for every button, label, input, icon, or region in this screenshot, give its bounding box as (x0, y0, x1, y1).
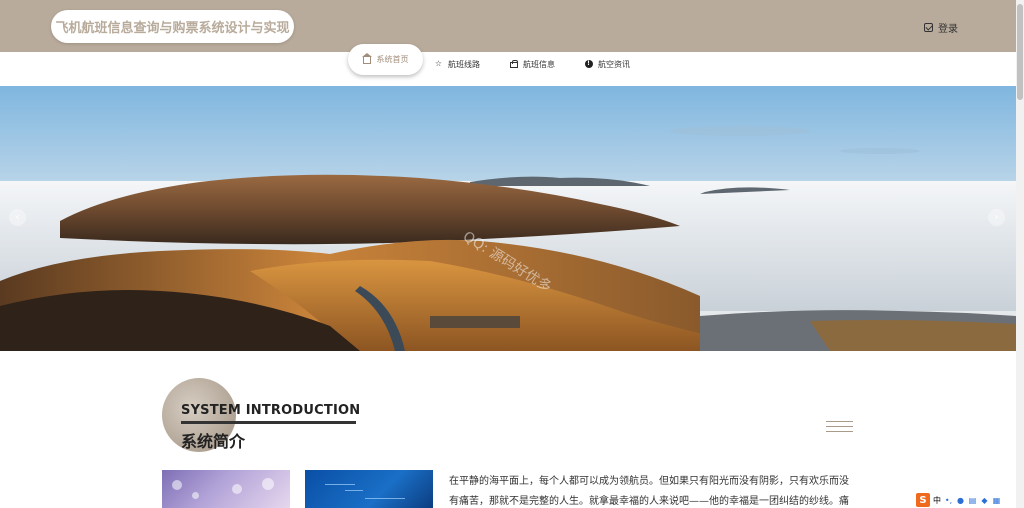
chevron-right-icon: › (994, 212, 999, 223)
skin-icon[interactable]: ◆ (980, 496, 989, 505)
section-title-cn: 系统简介 (181, 432, 246, 451)
menu-icon[interactable] (826, 421, 853, 432)
sogou-logo-icon[interactable]: S (916, 493, 930, 507)
checkbox-icon (924, 23, 933, 32)
main-nav: 系统首页 ☆ 航班线路 航班信息 ! 航空资讯 (0, 44, 1016, 86)
vertical-scrollbar[interactable] (1016, 0, 1024, 508)
login-label: 登录 (938, 24, 958, 35)
carousel-prev-button[interactable]: ‹ (9, 209, 26, 226)
section-title-en: SYSTEM INTRODUCTION (181, 403, 361, 418)
carousel-next-button[interactable]: › (988, 209, 1005, 226)
home-icon (362, 53, 372, 64)
nav-item-label: 航班线路 (448, 59, 480, 69)
ime-toolbar: S 中 •, ● ▤ ◆ ▦ (916, 492, 1016, 508)
ime-lang-label[interactable]: 中 (933, 495, 941, 506)
toolbox-icon[interactable]: ▦ (992, 496, 1001, 505)
nav-item-news[interactable]: ! 航空资讯 (584, 52, 630, 76)
keyboard-icon[interactable]: ▤ (968, 496, 977, 505)
info-icon: ! (584, 60, 593, 69)
page: 飞机航班信息查询与购票系统设计与实现 登录 系统首页 ☆ 航班线路 航班信息 !… (0, 0, 1024, 508)
chevron-left-icon: ‹ (15, 212, 20, 223)
scrollbar-thumb[interactable] (1017, 4, 1023, 100)
intro-image-1 (162, 470, 290, 508)
login-button[interactable]: 登录 (924, 20, 958, 35)
section-body-text: 在平静的海平面上，每个人都可以成为领航员。但如果只有阳光而没有阴影，只有欢乐而没… (449, 476, 849, 507)
header: 飞机航班信息查询与购票系统设计与实现 登录 (0, 0, 1016, 52)
nav-item-home[interactable]: 系统首页 (348, 44, 423, 75)
bag-icon (509, 60, 518, 69)
banner-image (0, 86, 1016, 351)
site-title[interactable]: 飞机航班信息查询与购票系统设计与实现 (51, 10, 294, 43)
punctuation-icon[interactable]: •, (944, 496, 953, 505)
microphone-icon[interactable]: ● (956, 496, 965, 505)
intro-image-2 (305, 470, 433, 508)
nav-item-label: 航空资讯 (598, 59, 630, 69)
section-divider (181, 421, 356, 424)
banner-carousel[interactable]: ‹ › QQ: 源码好优多 (0, 86, 1016, 351)
nav-item-routes[interactable]: ☆ 航班线路 (434, 52, 480, 76)
nav-item-label: 系统首页 (376, 55, 409, 64)
nav-item-flights[interactable]: 航班信息 (509, 52, 555, 76)
nav-item-label: 航班信息 (523, 59, 555, 69)
star-icon: ☆ (434, 59, 443, 68)
